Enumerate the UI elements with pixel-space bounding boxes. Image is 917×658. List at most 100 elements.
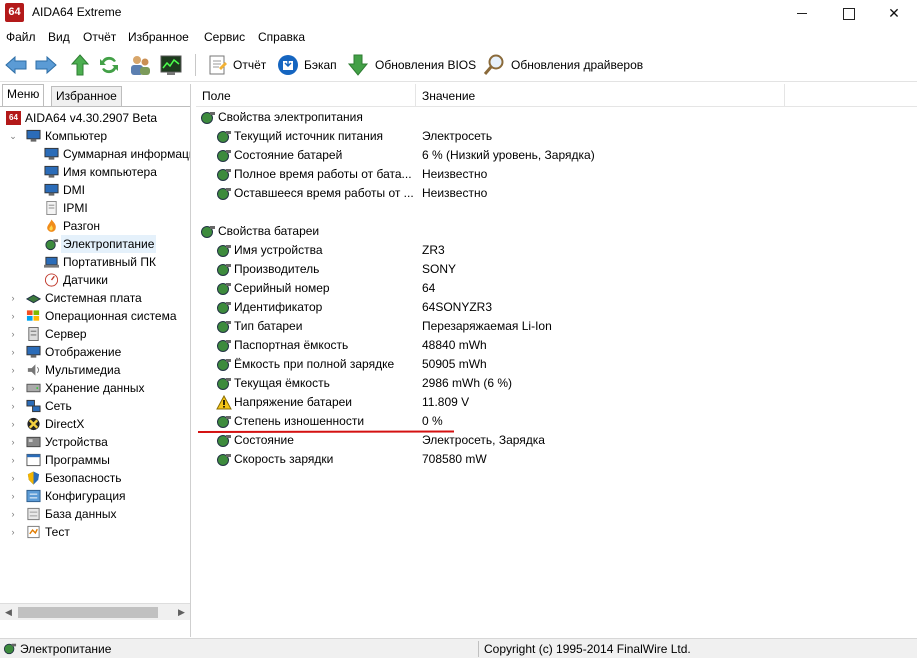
devices-icon <box>26 436 41 448</box>
bios-updates-button[interactable]: Обновления BIOS <box>375 58 476 72</box>
table-row[interactable]: Напряжение батареи 11.809 V <box>196 393 917 412</box>
power-plug-icon <box>217 188 231 200</box>
power-plug-icon <box>217 378 231 390</box>
column-divider[interactable] <box>415 84 416 107</box>
power-plug-icon <box>217 359 231 371</box>
table-row[interactable]: Текущий источник питания Электросеть <box>196 127 917 146</box>
table-row[interactable]: Степень изношенности 0 % <box>196 412 917 431</box>
table-row[interactable]: Текущая ёмкость 2986 mWh (6 %) <box>196 374 917 393</box>
status-divider <box>478 641 479 657</box>
tab-favorites[interactable]: Избранное <box>51 86 122 106</box>
monitor-chart-icon[interactable] <box>159 53 183 77</box>
power-plug-icon <box>217 302 231 314</box>
expand-icon[interactable]: › <box>8 397 18 415</box>
test-icon <box>27 525 40 539</box>
backup-button[interactable]: Бэкап <box>304 58 337 72</box>
column-field-header[interactable]: Поле <box>202 89 231 103</box>
database-icon <box>27 507 40 521</box>
table-row[interactable]: Ёмкость при полной зарядке 50905 mWh <box>196 355 917 374</box>
expand-icon[interactable]: › <box>8 433 18 451</box>
details-panel: Поле Значение Свойства электропитания Те… <box>196 84 917 637</box>
power-plug-icon <box>45 239 59 251</box>
motherboard-icon <box>26 294 41 304</box>
power-plug-icon <box>201 112 215 124</box>
computer-name-icon <box>44 165 59 178</box>
scroll-right-icon[interactable]: ▶ <box>173 604 190 621</box>
table-row[interactable]: Полное время работы от бата... Неизвестн… <box>196 165 917 184</box>
config-icon <box>26 489 41 503</box>
speaker-icon <box>27 364 40 376</box>
aida64-app-icon: 64 <box>5 3 24 22</box>
table-row[interactable]: Скорость зарядки 708580 mW <box>196 450 917 469</box>
report-button[interactable]: Отчёт <box>233 58 266 72</box>
column-divider[interactable] <box>784 84 785 107</box>
expand-icon[interactable]: › <box>8 325 18 343</box>
power-plug-icon <box>217 454 231 466</box>
summary-icon <box>44 147 59 160</box>
expand-icon[interactable]: › <box>8 523 18 541</box>
panel-tabs: Меню Избранное <box>0 84 191 107</box>
table-row[interactable]: Оставшееся время работы от ... Неизвестн… <box>196 184 917 203</box>
collapse-icon[interactable]: ⌄ <box>8 127 18 145</box>
menu-service[interactable]: Сервис <box>204 30 245 44</box>
horizontal-scrollbar[interactable]: ◀ ▶ <box>0 603 190 620</box>
download-arrow-icon[interactable] <box>346 53 370 77</box>
expand-icon[interactable]: › <box>8 451 18 469</box>
expand-icon[interactable]: › <box>8 487 18 505</box>
table-row[interactable]: Имя устройства ZR3 <box>196 241 917 260</box>
scroll-left-icon[interactable]: ◀ <box>0 604 17 621</box>
power-plug-icon <box>217 283 231 295</box>
maximize-button[interactable] <box>825 0 871 26</box>
expand-icon[interactable]: › <box>8 379 18 397</box>
power-plug-icon <box>217 264 231 276</box>
power-plug-icon <box>217 245 231 257</box>
power-plug-icon <box>217 169 231 181</box>
up-arrow-icon[interactable] <box>68 53 92 77</box>
expand-icon[interactable]: › <box>8 505 18 523</box>
column-header: Поле Значение <box>196 84 917 107</box>
report-icon[interactable] <box>205 53 229 77</box>
expand-icon[interactable]: › <box>8 289 18 307</box>
back-arrow-icon[interactable] <box>4 53 28 77</box>
status-bar: Электропитание Copyright (c) 1995-2014 F… <box>0 638 917 658</box>
tab-menu[interactable]: Меню <box>2 84 45 107</box>
expand-icon[interactable]: › <box>8 307 18 325</box>
warning-icon <box>216 395 232 410</box>
power-plug-icon <box>217 150 231 162</box>
section-header-power: Свойства электропитания <box>196 108 917 127</box>
menu-favorites[interactable]: Избранное <box>128 30 189 44</box>
flame-icon <box>47 219 56 232</box>
status-copyright: Copyright (c) 1995-2014 FinalWire Ltd. <box>484 642 691 656</box>
menu-report[interactable]: Отчёт <box>83 30 116 44</box>
table-row[interactable]: Производитель SONY <box>196 260 917 279</box>
refresh-icon[interactable] <box>97 53 121 77</box>
users-icon[interactable] <box>128 53 152 77</box>
computer-icon <box>26 129 41 142</box>
power-plug-icon <box>217 340 231 352</box>
table-row[interactable]: Состояние батарей 6 % (Низкий уровень, З… <box>196 146 917 165</box>
expand-icon[interactable]: › <box>8 415 18 433</box>
minimize-button[interactable] <box>779 0 825 26</box>
table-row[interactable]: Серийный номер 64 <box>196 279 917 298</box>
menu-file[interactable]: Файл <box>6 30 36 44</box>
close-button[interactable]: ✕ <box>871 0 917 26</box>
forward-arrow-icon[interactable] <box>34 53 58 77</box>
menu-view[interactable]: Вид <box>48 30 70 44</box>
server-icon <box>28 327 39 341</box>
table-row[interactable]: Паспортная ёмкость 48840 mWh <box>196 336 917 355</box>
backup-icon[interactable] <box>276 53 300 77</box>
display-icon <box>26 345 41 358</box>
table-row[interactable]: Тип батареи Перезаряжаемая Li-Ion <box>196 317 917 336</box>
table-row[interactable]: Идентификатор 64SONYZR3 <box>196 298 917 317</box>
expand-icon[interactable]: › <box>8 343 18 361</box>
windows-logo-icon <box>26 310 40 321</box>
menu-help[interactable]: Справка <box>258 30 305 44</box>
scroll-thumb[interactable] <box>18 607 158 618</box>
driver-updates-button[interactable]: Обновления драйверов <box>511 58 643 72</box>
status-current-page: Электропитание <box>20 642 112 656</box>
table-row[interactable]: Состояние Электросеть, Зарядка <box>196 431 917 450</box>
magnifier-icon[interactable] <box>482 53 506 77</box>
column-value-header[interactable]: Значение <box>422 89 475 103</box>
expand-icon[interactable]: › <box>8 469 18 487</box>
expand-icon[interactable]: › <box>8 361 18 379</box>
